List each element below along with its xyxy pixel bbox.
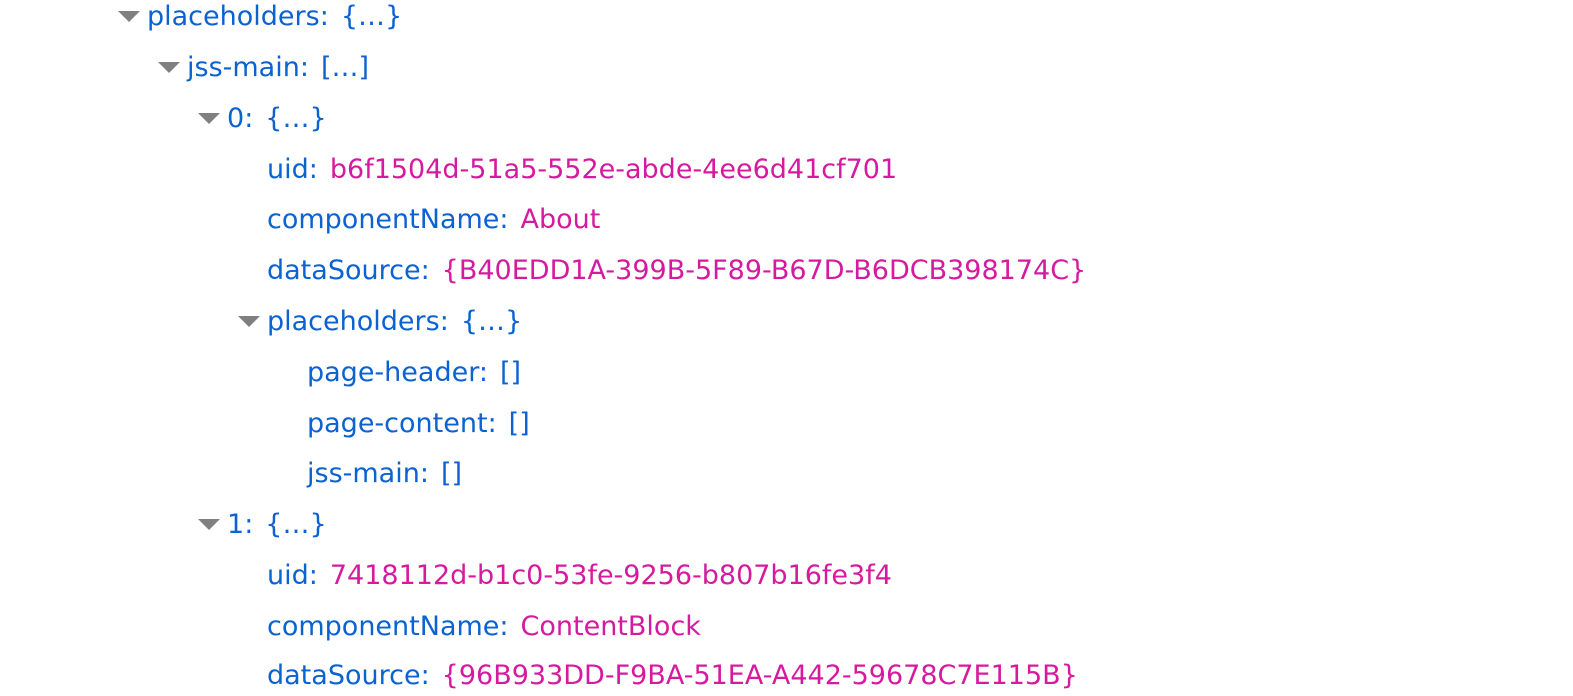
node-preview: []: [499, 357, 522, 388]
colon-separator: :: [319, 1, 329, 32]
node-key: dataSource: [267, 255, 421, 286]
tree-node-placeholders[interactable]: placeholders: {…}: [238, 302, 522, 342]
colon-separator: :: [499, 611, 509, 642]
colon-separator: :: [244, 509, 254, 540]
node-preview: []: [440, 458, 463, 489]
tree-leaf-dataSource: dataSource: {96B933DD-F9BA-51EA-A442-5967…: [267, 656, 1078, 696]
node-preview: {…}: [460, 306, 523, 337]
colon-separator: :: [478, 357, 488, 388]
node-key: 1: [227, 509, 245, 540]
triangle-down-icon[interactable]: [198, 113, 220, 124]
node-value: {96B933DD-F9BA-51EA-A442-59678C7E115B}: [441, 660, 1078, 691]
triangle-down-icon[interactable]: [198, 519, 220, 530]
node-key: uid: [267, 154, 309, 185]
tree-node-0[interactable]: 0: {…}: [198, 99, 327, 139]
tree-node-placeholders[interactable]: placeholders: {…}: [118, 0, 402, 37]
tree-leaf-uid: uid: 7418112d-b1c0-53fe-9256-b807b16fe3f4: [267, 556, 892, 596]
tree-leaf-dataSource: dataSource: {B40EDD1A-399B-5F89-B67D-B6DC…: [267, 251, 1086, 291]
node-value: ContentBlock: [520, 611, 701, 642]
node-key: jss-main: [307, 458, 420, 489]
colon-separator: :: [299, 52, 309, 83]
node-value: About: [520, 204, 601, 235]
node-key: placeholders: [147, 1, 320, 32]
node-key: dataSource: [267, 660, 421, 691]
colon-separator: :: [244, 103, 254, 134]
node-preview: {…}: [265, 103, 327, 134]
colon-separator: :: [499, 204, 509, 235]
node-key: 0: [227, 103, 245, 134]
tree-leaf-jss-main: jss-main: []: [307, 454, 462, 494]
triangle-down-icon[interactable]: [238, 316, 260, 327]
tree-node-jss-main[interactable]: jss-main: […]: [158, 48, 369, 88]
tree-leaf-uid: uid: b6f1504d-51a5-552e-abde-4ee6d41cf701: [267, 150, 897, 190]
node-key: componentName: [267, 204, 500, 235]
json-viewer-tree: placeholders: {…} jss-main: […] 0: {…} uid:…: [0, 0, 1573, 696]
node-key: componentName: [267, 611, 500, 642]
triangle-down-icon[interactable]: [158, 62, 180, 73]
node-preview: {…}: [340, 1, 403, 32]
triangle-down-icon[interactable]: [118, 11, 140, 22]
node-preview: []: [508, 408, 530, 439]
tree-leaf-page-content: page-content: []: [307, 404, 530, 444]
node-preview: […]: [320, 52, 370, 83]
colon-separator: :: [420, 660, 430, 691]
tree-leaf-componentName: componentName: ContentBlock: [267, 607, 701, 647]
colon-separator: :: [419, 458, 429, 489]
node-key: page-header: [307, 357, 479, 388]
tree-leaf-page-header: page-header: []: [307, 353, 521, 393]
node-value: 7418112d-b1c0-53fe-9256-b807b16fe3f4: [329, 560, 892, 591]
tree-node-1[interactable]: 1: {…}: [198, 505, 327, 545]
colon-separator: :: [439, 306, 449, 337]
node-value: {B40EDD1A-399B-5F89-B67D-B6DCB398174C}: [441, 255, 1087, 286]
colon-separator: :: [308, 154, 318, 185]
colon-separator: :: [308, 560, 318, 591]
node-key: uid: [267, 560, 309, 591]
colon-separator: :: [487, 408, 497, 439]
node-preview: {…}: [265, 509, 327, 540]
node-value: b6f1504d-51a5-552e-abde-4ee6d41cf701: [329, 154, 898, 185]
node-key: jss-main: [187, 52, 300, 83]
colon-separator: :: [420, 255, 430, 286]
node-key: page-content: [307, 408, 488, 439]
tree-leaf-componentName: componentName: About: [267, 200, 600, 240]
node-key: placeholders: [267, 306, 440, 337]
